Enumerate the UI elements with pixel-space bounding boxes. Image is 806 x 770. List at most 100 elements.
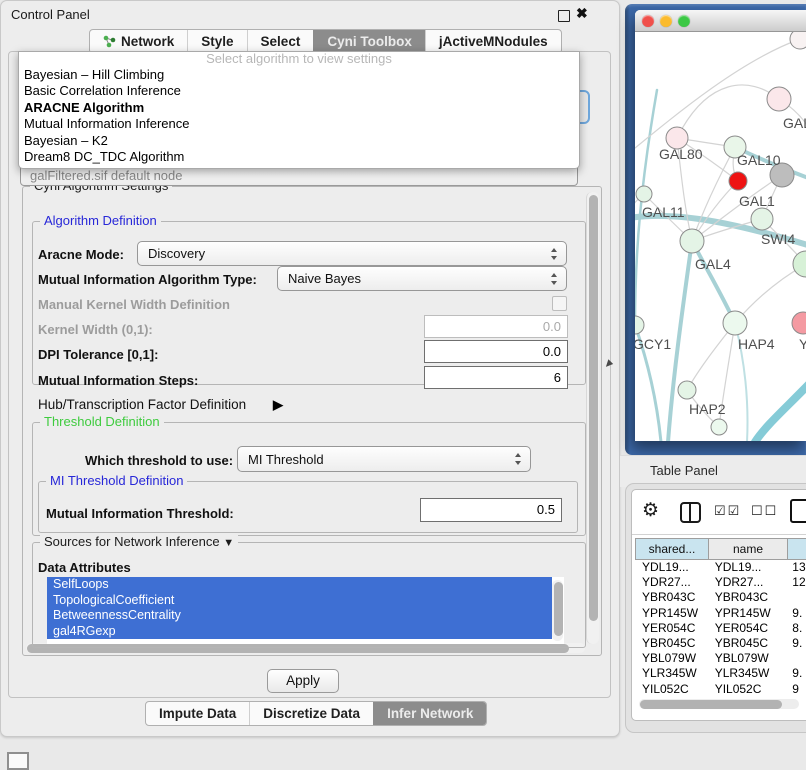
- close-icon[interactable]: ✖: [576, 5, 588, 22]
- data-attribute-item[interactable]: TopologicalCoefficient: [47, 593, 552, 609]
- gear-icon[interactable]: ⚙: [642, 499, 659, 522]
- network-node[interactable]: [790, 32, 806, 49]
- spinner-icon: [551, 273, 558, 285]
- data-attribute-item[interactable]: BetweennessCentrality: [47, 608, 552, 624]
- table-cell: YBL079W: [635, 651, 708, 666]
- table-cell: YBR045C: [708, 636, 786, 651]
- network-node[interactable]: [711, 419, 727, 435]
- mi-steps-field[interactable]: 6: [424, 366, 568, 389]
- network-node-hap2[interactable]: [678, 381, 696, 399]
- window-zoom-button[interactable]: [678, 15, 690, 27]
- table-row[interactable]: YBR043CYBR043C: [635, 590, 806, 605]
- network-node-hap4[interactable]: [723, 311, 747, 335]
- hub-definition-label[interactable]: Hub/Transcription Factor Definition: [38, 397, 246, 412]
- dpi-tolerance-field[interactable]: 0.0: [424, 340, 568, 363]
- tab-cyni-toolbox[interactable]: Cyni Toolbox: [313, 30, 425, 53]
- network-edge[interactable]: [755, 382, 806, 441]
- which-threshold-combo[interactable]: MI Threshold: [237, 446, 531, 472]
- network-node-swi4[interactable]: [793, 251, 806, 277]
- table-cell: 12: [785, 575, 806, 590]
- collapse-arrow-icon[interactable]: ▼: [223, 537, 234, 549]
- network-node-gal[interactable]: [767, 87, 791, 111]
- network-edge[interactable]: [677, 85, 779, 138]
- cyni-bottom-tabbar: Impute Data Discretize Data Infer Networ…: [145, 701, 487, 726]
- table-row[interactable]: YPR145WYPR145W9.: [635, 606, 806, 621]
- deselect-all-icon[interactable]: ☐☐: [751, 503, 778, 519]
- network-window[interactable]: GALGAL80GAL10GAL1GAL11GAL4SWI4GCY1HAP4YH…: [635, 10, 806, 441]
- control-panel-window: Control Panel ✖ Network Style Select Cyn…: [0, 0, 620, 737]
- network-canvas[interactable]: GALGAL80GAL10GAL1GAL11GAL4SWI4GCY1HAP4YH…: [635, 32, 806, 441]
- mi-type-combo[interactable]: Naive Bayes: [277, 266, 567, 291]
- float-window-icon[interactable]: [558, 10, 570, 22]
- data-attribute-item[interactable]: gal4RGexp: [47, 624, 552, 640]
- mi-threshold-field[interactable]: 0.5: [420, 498, 562, 522]
- table-cell: 13: [785, 560, 806, 575]
- mi-type-label: Mutual Information Algorithm Type:: [38, 272, 257, 287]
- network-node-gal11[interactable]: [636, 186, 652, 202]
- network-edge[interactable]: [692, 241, 735, 323]
- table-cell: YBR043C: [635, 590, 708, 605]
- window-close-button[interactable]: [642, 15, 654, 27]
- table-rows: YDL19...YDL19...13YDR27...YDR27...12YBR0…: [635, 560, 806, 697]
- table-row[interactable]: YBL079WYBL079W: [635, 651, 806, 666]
- column-header[interactable]: [788, 538, 806, 560]
- table-row[interactable]: YDL19...YDL19...13: [635, 560, 806, 575]
- table-cell: 9: [785, 682, 806, 697]
- network-node-gal4[interactable]: [680, 229, 704, 253]
- table-cell: YDR27...: [708, 575, 786, 590]
- network-node-gal1[interactable]: [751, 208, 773, 230]
- algorithm-dropdown-placeholder: Select algorithm to view settings: [19, 52, 579, 67]
- attribute-list-scrollbar[interactable]: [552, 580, 563, 641]
- table-cell: YBL079W: [708, 651, 786, 666]
- algorithm-option[interactable]: Basic Correlation Inference: [19, 83, 579, 99]
- spinner-icon: [515, 453, 522, 465]
- network-node-y[interactable]: [792, 312, 806, 334]
- select-all-icon[interactable]: ☑☑: [714, 503, 741, 519]
- apply-button[interactable]: Apply: [267, 669, 339, 693]
- network-window-titlebar[interactable]: [635, 10, 806, 32]
- table-cell: 8.: [785, 621, 806, 636]
- network-node-gcy1[interactable]: [635, 316, 644, 334]
- table-horizontal-scrollbar[interactable]: [639, 699, 799, 709]
- table-row[interactable]: YDR27...YDR27...12: [635, 575, 806, 590]
- data-attributes-list[interactable]: SelfLoopsTopologicalCoefficientBetweenne…: [47, 577, 564, 644]
- data-attribute-item[interactable]: SelfLoops: [47, 577, 552, 593]
- algorithm-option[interactable]: ARACNE Algorithm: [19, 100, 579, 116]
- tab-network[interactable]: Network: [90, 30, 187, 53]
- settings-vertical-scrollbar[interactable]: [586, 192, 599, 644]
- which-threshold-label: Which threshold to use:: [85, 453, 233, 468]
- network-edge[interactable]: [735, 264, 806, 323]
- table-row[interactable]: YIL052CYIL052C9: [635, 682, 806, 697]
- table-cell: [785, 651, 806, 666]
- algorithm-option[interactable]: Dream8 DC_TDC Algorithm: [19, 149, 579, 165]
- table-panel-title: Table Panel: [650, 463, 718, 478]
- aracne-mode-combo[interactable]: Discovery: [137, 241, 567, 266]
- data-attributes-label: Data Attributes: [38, 560, 131, 575]
- table-row[interactable]: YBR045CYBR045C9.: [635, 636, 806, 651]
- sources-group-title: Sources for Network Inference: [44, 534, 220, 549]
- table-cell: YER054C: [635, 621, 708, 636]
- table-cell: YBR043C: [708, 590, 786, 605]
- function-builder-icon[interactable]: [790, 499, 806, 523]
- column-header[interactable]: name: [709, 538, 788, 560]
- manual-kernel-checkbox[interactable]: [552, 296, 567, 311]
- network-node[interactable]: [729, 172, 747, 190]
- tab-impute-data[interactable]: Impute Data: [146, 702, 249, 725]
- algorithm-option[interactable]: Bayesian – K2: [19, 133, 579, 149]
- node-label: HAP2: [689, 401, 726, 417]
- tab-infer-network[interactable]: Infer Network: [373, 702, 486, 725]
- tab-style[interactable]: Style: [187, 30, 246, 53]
- expand-arrow-icon[interactable]: ▶: [273, 397, 283, 413]
- algorithm-option[interactable]: Bayesian – Hill Climbing: [19, 67, 579, 83]
- column-header[interactable]: shared...: [635, 538, 709, 560]
- tab-jactivemnodules[interactable]: jActiveMNodules: [425, 30, 561, 53]
- mi-steps-label: Mutual Information Steps:: [38, 373, 198, 388]
- split-view-icon[interactable]: [680, 502, 701, 523]
- table-row[interactable]: YER054CYER054C8.: [635, 621, 806, 636]
- tab-select[interactable]: Select: [247, 30, 314, 53]
- table-row[interactable]: YLR345WYLR345W9.: [635, 666, 806, 681]
- node-label: GCY1: [635, 336, 671, 352]
- tab-discretize-data[interactable]: Discretize Data: [249, 702, 373, 725]
- window-minimize-button[interactable]: [660, 15, 672, 27]
- algorithm-option[interactable]: Mutual Information Inference: [19, 116, 579, 132]
